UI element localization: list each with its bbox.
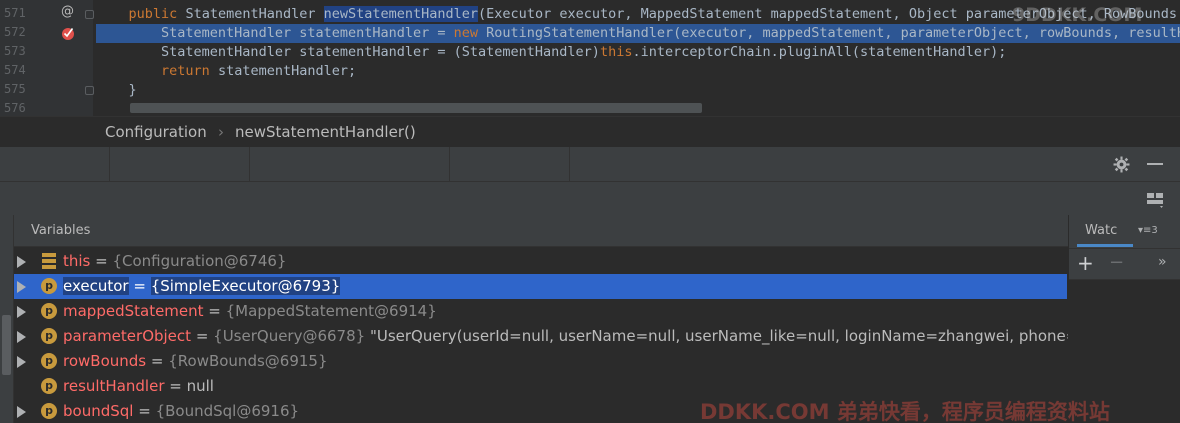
watches-dropdown-icon[interactable]: ▾≡3	[1138, 225, 1158, 236]
minimize-icon[interactable]	[1147, 163, 1163, 165]
parameter-icon: p	[41, 278, 57, 294]
editor-gutter[interactable]: 571 @ 572 573 574 575 576	[0, 0, 94, 116]
code-editor[interactable]: 571 @ 572 573 574 575 576 public Stateme…	[0, 0, 1180, 116]
variable-name: this	[63, 252, 91, 270]
watermark-top: 9DDKK.COM	[1012, 4, 1143, 26]
expand-triangle-icon[interactable]	[17, 281, 26, 293]
variable-value: {UserQuery@6678}	[213, 327, 366, 345]
debug-tab[interactable]	[450, 147, 570, 181]
variable-row-this[interactable]: this = {Configuration@6746}	[14, 249, 1067, 274]
variable-row-executor[interactable]: p executor = {SimpleExecutor@6793}	[14, 274, 1067, 299]
breakpoint-check-icon[interactable]	[60, 25, 76, 41]
debug-toolbar	[0, 181, 1180, 215]
variable-name: mappedStatement	[63, 302, 204, 320]
variable-row-mappedstatement[interactable]: p mappedStatement = {MappedStatement@691…	[14, 299, 1067, 324]
watches-tab[interactable]: Watc	[1085, 223, 1117, 238]
line-number: 572	[4, 25, 26, 39]
expand-triangle-icon[interactable]	[17, 306, 26, 318]
gutter-line-572[interactable]: 572	[0, 24, 93, 43]
expand-triangle-icon[interactable]	[17, 356, 26, 368]
annotation-marker-icon: @	[61, 4, 74, 19]
parameter-icon: p	[41, 328, 57, 344]
debug-tab[interactable]	[250, 147, 450, 181]
code-line-572-current[interactable]: StatementHandler statementHandler = new …	[96, 24, 1180, 43]
gutter-line-576[interactable]: 576	[0, 100, 93, 116]
line-number: 575	[4, 82, 26, 96]
vertical-scrollbar[interactable]	[2, 315, 11, 375]
code-line-575[interactable]: }	[96, 81, 1180, 100]
breadcrumb-class[interactable]: Configuration	[105, 123, 207, 141]
object-stack-icon	[42, 253, 56, 269]
watches-toolbar: + − »	[1069, 248, 1180, 280]
variable-value: {RowBounds@6915}	[168, 352, 328, 370]
variable-value: {SimpleExecutor@6793}	[150, 277, 341, 295]
line-number: 573	[4, 44, 26, 58]
breadcrumb-method[interactable]: newStatementHandler()	[235, 123, 416, 141]
debug-tab-bar	[0, 147, 1180, 181]
line-number: 571	[4, 6, 26, 20]
variable-tostring: "UserQuery(userId=null, userName=null, u…	[365, 327, 1125, 345]
expand-triangle-icon[interactable]	[17, 256, 26, 268]
layout-settings-icon[interactable]	[1146, 191, 1166, 209]
debug-tab[interactable]	[0, 147, 110, 181]
remove-watch-icon[interactable]: −	[1109, 252, 1124, 273]
variables-header: Variables	[14, 215, 1069, 247]
parameter-icon: p	[41, 353, 57, 369]
expand-triangle-icon[interactable]	[17, 406, 26, 418]
gear-icon[interactable]	[1113, 156, 1130, 173]
variables-title: Variables	[31, 223, 91, 238]
gutter-line-571[interactable]: 571 @	[0, 4, 93, 24]
variable-name: resultHandler	[63, 377, 165, 395]
horizontal-scrollbar[interactable]	[130, 103, 702, 113]
variable-value: {Configuration@6746}	[112, 252, 287, 270]
breadcrumb: Configuration › newStatementHandler()	[0, 116, 1180, 147]
variable-value: {BoundSql@6916}	[155, 402, 300, 420]
code-line-573[interactable]: StatementHandler statementHandler = (Sta…	[96, 43, 1180, 62]
variable-name: parameterObject	[63, 327, 192, 345]
watches-panel[interactable]: Watc ▾≡3 + − »	[1068, 215, 1180, 423]
gutter-line-573[interactable]: 573	[0, 43, 93, 62]
variable-row-parameterobject[interactable]: p parameterObject = {UserQuery@6678} "Us…	[14, 324, 1124, 349]
debug-tab[interactable]	[110, 147, 250, 181]
line-number: 574	[4, 63, 26, 77]
parameter-icon: p	[41, 378, 57, 394]
variable-name: boundSql	[63, 402, 134, 420]
more-icon[interactable]: »	[1158, 254, 1167, 270]
variable-value: {MappedStatement@6914}	[225, 302, 437, 320]
watches-tab-underline	[1077, 244, 1133, 247]
gutter-line-574[interactable]: 574	[0, 62, 93, 81]
breadcrumb-separator: ›	[218, 123, 224, 141]
frames-panel-collapsed[interactable]	[0, 215, 13, 423]
variable-name: executor	[63, 277, 129, 295]
add-watch-icon[interactable]: +	[1077, 251, 1094, 275]
variable-name: rowBounds	[63, 352, 147, 370]
parameter-icon: p	[41, 403, 57, 419]
variable-row-rowbounds[interactable]: p rowBounds = {RowBounds@6915}	[14, 349, 1067, 374]
watermark-bottom: DDKK.COM 弟弟快看，程序员编程资料站	[700, 400, 1110, 423]
variable-value: null	[186, 377, 214, 395]
code-line-574[interactable]: return statementHandler;	[96, 62, 1180, 81]
fold-toggle-icon[interactable]	[85, 10, 94, 19]
fold-toggle-icon[interactable]	[85, 86, 94, 95]
parameter-icon: p	[41, 303, 57, 319]
expand-triangle-icon[interactable]	[17, 331, 26, 343]
variables-panel[interactable]: Variables this = {Configuration@6746} p …	[13, 215, 1124, 423]
gutter-line-575[interactable]: 575	[0, 81, 93, 100]
line-number: 576	[4, 101, 26, 115]
